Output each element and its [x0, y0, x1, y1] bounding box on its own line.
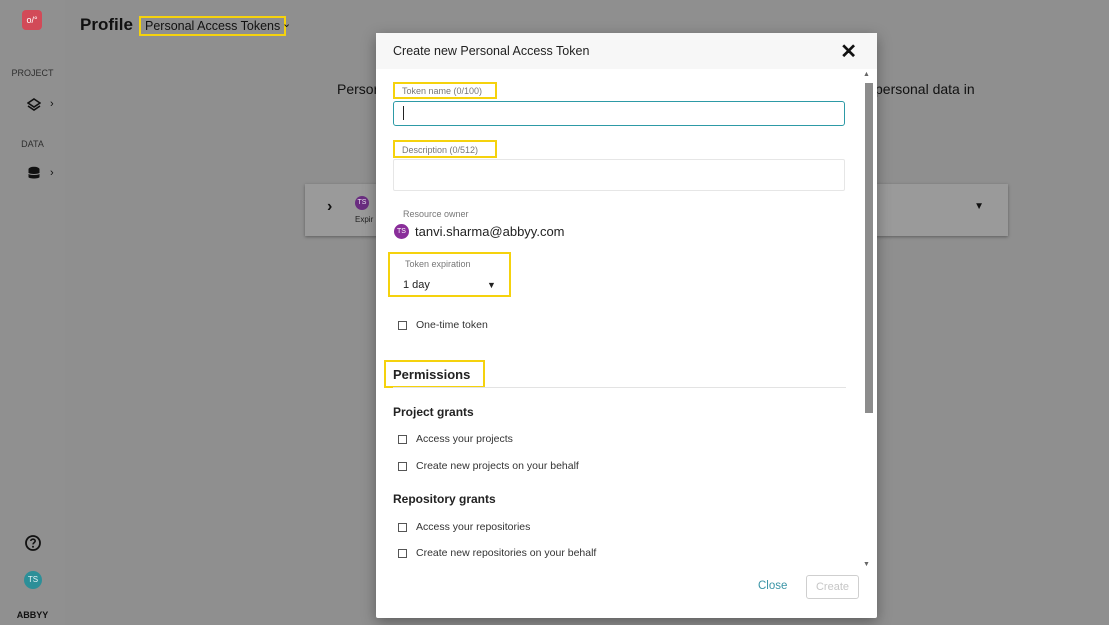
token-name-label-text: Token name (0/100)	[402, 86, 483, 96]
grant-label[interactable]: Create new repositories on your behalf	[416, 547, 596, 559]
project-grants-heading: Project grants	[393, 405, 474, 419]
one-time-token-label[interactable]: One-time token	[416, 319, 488, 331]
caret-down-icon[interactable]: ▼	[974, 201, 984, 212]
scrollbar[interactable]: ▲ ▼	[863, 71, 873, 571]
help-circle-icon[interactable]	[24, 534, 42, 552]
create-repositories-checkbox[interactable]	[398, 549, 407, 558]
chevron-right-icon[interactable]: ›	[327, 198, 332, 216]
description-label-text: Description (0/512)	[402, 145, 479, 155]
divider	[393, 387, 846, 388]
repository-grants-heading: Repository grants	[393, 492, 496, 506]
chevron-right-icon[interactable]: ›	[50, 167, 54, 179]
description-label: Description (0/512)	[393, 140, 497, 158]
grant-label[interactable]: Access your repositories	[416, 521, 530, 533]
dialog-title: Create new Personal Access Token	[393, 44, 590, 58]
page-title: Profile	[80, 15, 133, 34]
access-projects-checkbox[interactable]	[398, 435, 407, 444]
create-token-dialog: Create new Personal Access Token ✕ ▲ ▼ T…	[376, 33, 877, 618]
user-avatar[interactable]: TS	[24, 571, 42, 589]
database-icon[interactable]	[27, 166, 41, 180]
sidebar-section-project: PROJECT	[11, 68, 54, 78]
avatar: TS	[394, 224, 409, 239]
chevron-right-icon[interactable]: ›	[50, 98, 54, 110]
brand-logo: ABBYY	[16, 610, 49, 620]
token-expiration-value[interactable]: 1 day	[403, 279, 430, 291]
create-button[interactable]: Create	[806, 575, 859, 599]
token-expiration-label: Token expiration	[405, 259, 471, 269]
token-expiration-select[interactable]: Token expiration 1 day ▼	[388, 252, 511, 297]
intro-text: personal data in	[875, 81, 975, 97]
avatar: TS	[355, 196, 369, 210]
intro-text: Persor	[337, 81, 379, 97]
token-name-label: Token name (0/100)	[393, 82, 497, 99]
layers-icon[interactable]	[27, 98, 41, 112]
grant-label[interactable]: Access your projects	[416, 433, 513, 445]
grant-label[interactable]: Create new projects on your behalf	[416, 460, 579, 472]
one-time-token-checkbox[interactable]	[398, 321, 407, 330]
text-cursor	[403, 106, 404, 120]
chevron-down-icon[interactable]: ⌄	[282, 17, 291, 30]
permissions-heading-box: Permissions	[384, 360, 485, 388]
dialog-header: Create new Personal Access Token ✕	[376, 33, 877, 69]
app-logo[interactable]: o/°	[22, 10, 42, 30]
description-input[interactable]	[393, 159, 845, 191]
access-repositories-checkbox[interactable]	[398, 523, 407, 532]
sidebar: o/° PROJECT › DATA › TS ABBYY	[0, 0, 65, 625]
breadcrumb[interactable]: Personal Access Tokens	[139, 16, 287, 36]
create-projects-checkbox[interactable]	[398, 462, 407, 471]
sidebar-section-data: DATA	[21, 139, 44, 149]
scroll-down-arrow-icon[interactable]: ▼	[863, 561, 870, 568]
permissions-heading: Permissions	[393, 367, 471, 382]
close-icon[interactable]: ✕	[840, 39, 857, 64]
token-name-input[interactable]	[393, 101, 845, 126]
resource-owner-label: Resource owner	[403, 209, 469, 219]
close-button[interactable]: Close	[758, 580, 787, 592]
scroll-up-arrow-icon[interactable]: ▲	[863, 71, 870, 78]
caret-down-icon[interactable]: ▼	[487, 280, 496, 290]
resource-owner-email: tanvi.sharma@abbyy.com	[415, 224, 565, 239]
scrollbar-thumb[interactable]	[865, 83, 873, 413]
token-expiry-text: Expir	[355, 215, 374, 224]
